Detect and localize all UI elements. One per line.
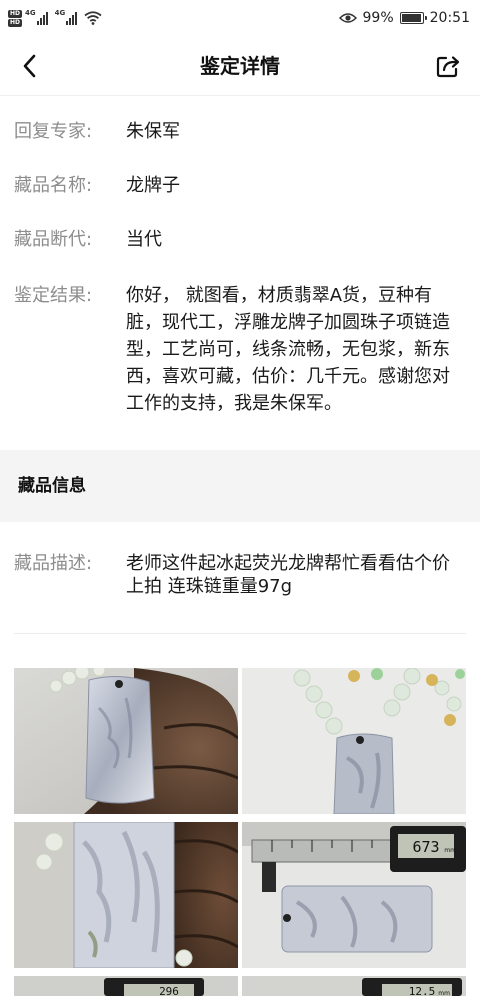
description-row: 藏品描述: 老师这件起冰起荧光龙牌帮忙看看估个价上拍 连珠链重量97g [14, 552, 456, 598]
divider [14, 633, 466, 634]
photo-thumbnail-2[interactable] [242, 668, 466, 814]
status-bar-left: HD HD 4G 4G [8, 6, 102, 30]
expert-label: 回复专家: [14, 121, 93, 142]
caliper-unit-2: mm [438, 990, 450, 996]
expert-value: 朱保军 [126, 121, 180, 142]
hd-badge-2: HD [8, 18, 23, 27]
item-name-label: 藏品名称: [14, 175, 93, 196]
status-bar-right: 99% 20:51 [338, 6, 470, 30]
caliper-unit-1: mm [444, 847, 456, 854]
photo-thumbnail-1[interactable] [14, 668, 238, 814]
status-bar: HD HD 4G 4G 99% 20:51 [0, 0, 480, 36]
network-type-1: 4G [25, 9, 36, 17]
item-name-row: 藏品名称: 龙牌子 [14, 174, 460, 197]
hd-badge-1: HD [8, 9, 23, 18]
photo-caliper-partial-1: 296 [14, 976, 238, 996]
top-nav-bar: 鉴定详情 [0, 36, 480, 96]
era-label: 藏品断代: [14, 229, 93, 250]
photo-thumbnail-3[interactable] [14, 822, 238, 968]
photo-jade-closeup [14, 822, 238, 968]
share-icon [436, 56, 460, 78]
photo-pendant-in-hand [14, 668, 238, 814]
battery-icon [399, 12, 427, 24]
expert-row: 回复专家: 朱保军 [14, 120, 460, 143]
photo-caliper-partial-2: 12.5 mm [242, 976, 466, 996]
description-label: 藏品描述: [14, 553, 93, 574]
item-name-value: 龙牌子 [126, 175, 180, 196]
network-type-2: 4G [54, 9, 66, 17]
photo-thumbnail-4[interactable]: 673 mm [242, 822, 466, 968]
description-value: 老师这件起冰起荧光龙牌帮忙看看估个价上拍 连珠链重量97g [126, 553, 450, 597]
result-row: 鉴定结果: 你好， 就图看，材质翡翠A货，豆种有脏，现代工，浮雕龙牌子加圆珠子项… [14, 282, 460, 417]
result-value: 你好， 就图看，材质翡翠A货，豆种有脏，现代工，浮雕龙牌子加圆珠子项链造型，工艺… [126, 285, 450, 414]
eye-comfort-icon [338, 12, 357, 24]
era-value: 当代 [126, 229, 162, 250]
share-button[interactable] [432, 50, 464, 82]
signal-icon-2 [66, 11, 78, 25]
signal-icon-1 [36, 11, 48, 25]
hd-indicators: HD HD [8, 9, 23, 27]
photo-pendant-necklace [242, 668, 466, 814]
photo-thumbnail-6[interactable]: 12.5 mm [242, 976, 466, 996]
era-row: 藏品断代: 当代 [14, 228, 460, 251]
collection-description: 藏品描述: 老师这件起冰起荧光龙牌帮忙看看估个价上拍 连珠链重量97g [0, 522, 480, 666]
result-label: 鉴定结果: [14, 285, 93, 306]
collection-info-title: 藏品信息 [18, 476, 86, 496]
photo-caliper-measurement: 673 mm [242, 822, 466, 968]
appraisal-info: 回复专家: 朱保军 藏品名称: 龙牌子 藏品断代: 当代 鉴定结果: 你好， 就… [0, 96, 480, 450]
photo-thumbnail-5[interactable]: 296 [14, 976, 238, 996]
caliper-reading-2: 12.5 [409, 985, 436, 996]
battery-percent: 99% [362, 10, 394, 26]
caliper-reading-1: 673 [412, 838, 439, 856]
page-title: 鉴定详情 [200, 54, 280, 78]
caliper-reading-3: 296 [159, 985, 179, 996]
wifi-icon [84, 11, 102, 25]
collection-info-header: 藏品信息 [0, 450, 480, 522]
battery-fill [401, 14, 422, 22]
status-time: 20:51 [429, 10, 470, 26]
